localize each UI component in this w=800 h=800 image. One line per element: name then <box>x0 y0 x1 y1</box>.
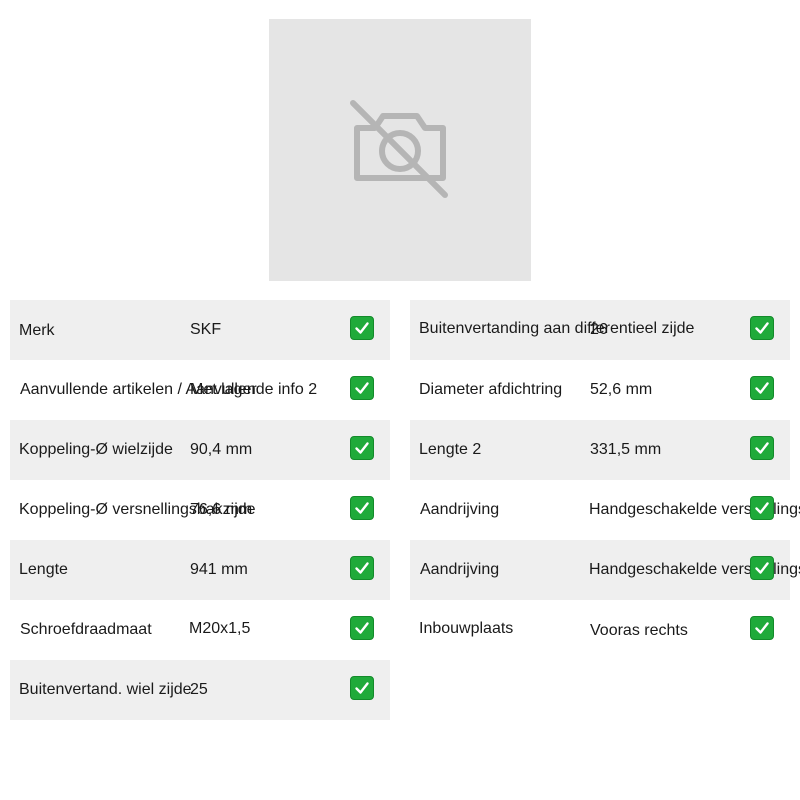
check-icon <box>350 616 374 640</box>
spec-table-left: Merk SKF Aanvullende artikelen / Aanvull… <box>10 300 390 720</box>
spec-label: Lengte 2 <box>419 441 482 458</box>
spec-label: Buitenvertanding aan differentieel zijde <box>419 320 695 337</box>
spec-label: Inbouwplaats <box>419 620 514 637</box>
spec-label: Aandrijving <box>420 501 500 518</box>
spec-label: Merk <box>19 322 55 339</box>
spec-row: Merk SKF <box>10 300 390 360</box>
check-icon <box>350 676 374 700</box>
spec-label: Aandrijving <box>420 561 500 578</box>
check-icon <box>350 376 374 400</box>
spec-value: Met lager <box>190 381 257 398</box>
product-image-placeholder <box>269 19 531 281</box>
spec-label: Aanvullende artikelen / Aanvullende info… <box>20 381 318 398</box>
spec-value: 90,4 mm <box>190 441 253 458</box>
camera-off-icon <box>350 100 448 198</box>
spec-label: Diameter afdichtring <box>419 381 563 398</box>
check-icon <box>750 316 774 340</box>
check-icon <box>750 616 774 640</box>
spec-value: 331,5 mm <box>590 441 662 458</box>
spec-label: Buitenvertand. wiel zijde <box>19 681 192 698</box>
spec-label: Koppeling-Ø wielzijde <box>19 441 173 458</box>
check-icon <box>750 376 774 400</box>
spec-value: Vooras rechts <box>590 622 688 639</box>
spec-row: Lengte 941 mm <box>10 540 390 600</box>
spec-value: M20x1,5 <box>189 620 251 637</box>
spec-value: 76,6 mm <box>190 501 253 518</box>
check-icon <box>750 436 774 460</box>
check-icon <box>750 556 774 580</box>
spec-label: Lengte <box>19 561 68 578</box>
spec-row: Aanvullende artikelen / Aanvullende info… <box>10 360 390 420</box>
check-icon <box>350 316 374 340</box>
spec-value: 26 <box>590 321 608 338</box>
spec-table-right: Buitenvertanding aan differentieel zijde… <box>410 300 800 660</box>
spec-row: Koppeling-Ø versnellingsbakzijde 76,6 mm <box>10 480 390 540</box>
spec-row: Buitenvertanding aan differentieel zijde… <box>410 300 790 360</box>
spec-row: Buitenvertand. wiel zijde 25 <box>10 660 390 720</box>
spec-row: Koppeling-Ø wielzijde 90,4 mm <box>10 420 390 480</box>
spec-value: SKF <box>190 321 222 338</box>
check-icon <box>350 556 374 580</box>
spec-value: 941 mm <box>190 561 248 578</box>
spec-row: Lengte 2 331,5 mm <box>410 420 790 480</box>
spec-row: Aandrijving Handgeschakelde versnellings… <box>410 540 800 600</box>
spec-value: 52,6 mm <box>590 381 653 398</box>
check-icon <box>750 496 774 520</box>
check-icon <box>350 436 374 460</box>
spec-row: Diameter afdichtring 52,6 mm <box>410 360 790 420</box>
spec-value: 25 <box>190 681 208 698</box>
spec-row: Aandrijving Handgeschakelde versnellings… <box>410 480 800 540</box>
spec-label: Schroefdraadmaat <box>20 621 152 638</box>
spec-row: Inbouwplaats Vooras rechts <box>410 600 790 660</box>
check-icon <box>350 496 374 520</box>
spec-row: Schroefdraadmaat M20x1,5 <box>10 600 390 660</box>
